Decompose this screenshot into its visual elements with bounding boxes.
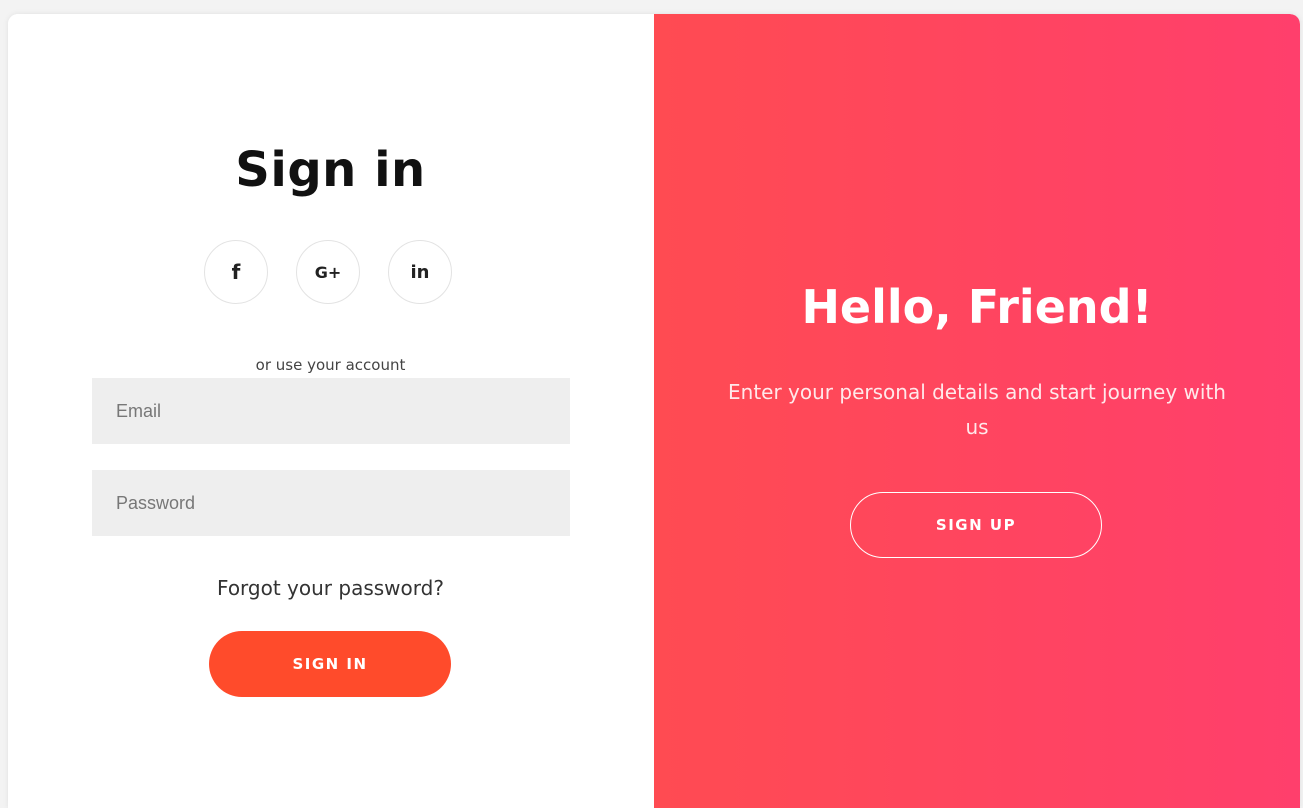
forgot-password-link[interactable]: Forgot your password? — [8, 576, 653, 600]
email-field[interactable] — [92, 378, 570, 444]
facebook-button[interactable]: f — [204, 240, 268, 304]
sign-up-button[interactable]: SIGN UP — [850, 492, 1102, 558]
or-use-account-label: or use your account — [255, 356, 406, 374]
google-plus-button[interactable]: G+ — [296, 240, 360, 304]
sign-in-title: Sign in — [235, 142, 426, 198]
auth-container: Sign in f G+ in or use your account Forg… — [8, 14, 1300, 808]
overlay-panel: Hello, Friend! Enter your personal detai… — [654, 14, 1300, 808]
linkedin-icon: in — [410, 261, 430, 283]
sign-in-button[interactable]: SIGN IN — [209, 631, 451, 697]
sign-in-panel: Sign in f G+ in or use your account Forg… — [8, 14, 653, 808]
overlay-text: Enter your personal details and start jo… — [728, 380, 1226, 439]
linkedin-button[interactable]: in — [388, 240, 452, 304]
google-plus-icon: G+ — [314, 262, 342, 282]
password-field[interactable] — [92, 470, 570, 536]
overlay-title: Hello, Friend! — [801, 280, 1153, 334]
social-buttons: f G+ in — [204, 240, 464, 304]
facebook-icon: f — [231, 260, 241, 284]
